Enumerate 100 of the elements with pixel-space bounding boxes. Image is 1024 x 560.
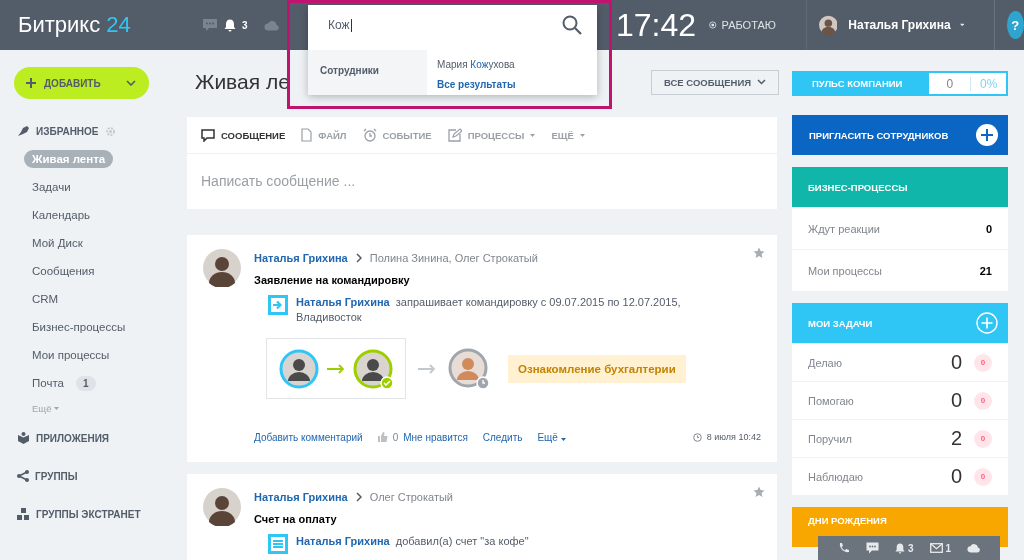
add-button[interactable]: ДОБАВИТЬ bbox=[14, 67, 149, 99]
filter-dropdown[interactable]: ВСЕ СООБЩЕНИЯ bbox=[651, 69, 779, 95]
plus-icon bbox=[976, 124, 998, 146]
avatar bbox=[203, 488, 241, 526]
clock-icon bbox=[692, 432, 702, 442]
row-label[interactable]: Ждут реакции bbox=[808, 222, 880, 235]
status-label: Ознакомление бухгалтерии bbox=[508, 354, 686, 383]
sidebar-section[interactable]: ГРУППЫ bbox=[35, 470, 78, 482]
post-title: Заявление на командировку bbox=[254, 274, 411, 286]
task-count: 0 bbox=[950, 465, 962, 488]
pulse-bar[interactable]: ПУЛЬС КОМПАНИИ 0 0% bbox=[792, 71, 1008, 96]
chevron-down-icon bbox=[126, 80, 136, 86]
search-icon[interactable] bbox=[562, 15, 582, 35]
invite-button[interactable]: ПРИГЛАСИТЬ СОТРУДНИКОВ bbox=[792, 115, 1008, 155]
counter-badge: 0 bbox=[974, 429, 992, 448]
speech-bubble-icon bbox=[201, 128, 215, 142]
sidebar-section[interactable]: ГРУППЫ ЭКСТРАНЕТ bbox=[36, 508, 141, 520]
author-link[interactable]: Наталья Грихина bbox=[254, 491, 348, 503]
row-value: 0 bbox=[985, 222, 992, 235]
follow-link[interactable]: Следить bbox=[482, 431, 523, 443]
chat-icon[interactable] bbox=[866, 542, 879, 554]
chevron-down-icon bbox=[757, 79, 766, 85]
like-count: 0 bbox=[392, 431, 399, 443]
plus-icon bbox=[26, 78, 36, 88]
entry-text: Наталья Грихина добавил(а) счет "за кофе" bbox=[296, 534, 530, 549]
notification-count: 3 bbox=[242, 19, 248, 31]
chevron-icon bbox=[355, 492, 362, 502]
caret-icon[interactable] bbox=[959, 23, 964, 27]
task-count: 2 bbox=[950, 427, 962, 450]
star-icon[interactable] bbox=[753, 486, 765, 498]
notification-count: 3 bbox=[908, 542, 914, 554]
bell-icon[interactable] bbox=[895, 542, 905, 554]
task-count: 0 bbox=[950, 389, 962, 412]
arrow-icon bbox=[327, 363, 345, 374]
work-status[interactable]: РАБОТАЮ bbox=[721, 19, 776, 31]
logo[interactable]: Битрикс 24 bbox=[18, 12, 188, 38]
row-label[interactable]: Помогаю bbox=[808, 394, 854, 407]
clock[interactable]: 17:42 bbox=[616, 6, 697, 44]
document-icon bbox=[268, 534, 288, 554]
file-icon bbox=[301, 128, 313, 142]
mail-icon[interactable] bbox=[929, 543, 943, 553]
sidebar-item[interactable]: Почта bbox=[24, 374, 72, 392]
counter-badge: 0 bbox=[974, 391, 992, 410]
box-icon bbox=[17, 432, 30, 444]
sidebar-item[interactable]: Бизнес-процессы bbox=[24, 318, 134, 336]
avatar bbox=[203, 249, 241, 287]
record-icon bbox=[709, 19, 717, 31]
row-label[interactable]: Наблюдаю bbox=[808, 470, 864, 483]
sidebar-section[interactable]: ПРИЛОЖЕНИЯ bbox=[36, 432, 109, 444]
more-link[interactable]: Ещё bbox=[537, 431, 566, 443]
cloud-icon[interactable] bbox=[967, 543, 982, 553]
caret-icon bbox=[560, 437, 566, 441]
counter-badge: 0 bbox=[974, 467, 992, 486]
row-label[interactable]: Мои процессы bbox=[808, 264, 882, 277]
row-label[interactable]: Делаю bbox=[808, 356, 842, 369]
recipients: Полина Зинина, Олег Строкатый bbox=[369, 252, 538, 264]
search-field[interactable]: Кож bbox=[328, 15, 352, 35]
share-icon bbox=[17, 470, 29, 482]
arrow-icon bbox=[418, 363, 436, 374]
composer-tab[interactable]: СООБЩЕНИЕ bbox=[201, 128, 286, 142]
phone-icon[interactable] bbox=[838, 542, 850, 554]
author-link[interactable]: Наталья Грихина bbox=[254, 252, 348, 264]
post-date: 8 июля 10:42 bbox=[706, 432, 761, 442]
user-name[interactable]: Наталья Грихина bbox=[848, 18, 951, 32]
favorites-heading[interactable]: ИЗБРАННОЕ bbox=[36, 125, 99, 137]
entry-text: Наталья Грихина запрашивает командировку с 09.07.2015 по 12.07.2015, Владивосток bbox=[296, 295, 682, 325]
search-result[interactable]: Мария Кожухова bbox=[437, 59, 516, 70]
widget-title: БИЗНЕС-ПРОЦЕССЫ bbox=[808, 181, 908, 193]
author-link[interactable]: Наталья Грихина bbox=[296, 535, 390, 547]
sidebar-item[interactable]: Мои процессы bbox=[24, 346, 118, 364]
pulse-percent: 0% bbox=[979, 76, 999, 91]
arrow-in-square-icon bbox=[268, 295, 288, 315]
pulse-label: ПУЛЬС КОМПАНИИ bbox=[812, 78, 903, 89]
blocks-icon bbox=[17, 508, 30, 520]
edit-icon bbox=[447, 128, 462, 142]
like-link[interactable]: Мне нравится bbox=[403, 431, 468, 443]
row-value: 21 bbox=[979, 264, 992, 277]
chevron-icon bbox=[355, 253, 362, 263]
category-label: Сотрудники bbox=[320, 65, 379, 76]
sidebar-item[interactable]: Мой Диск bbox=[24, 234, 91, 252]
sidebar-item[interactable]: Сообщения bbox=[24, 262, 103, 280]
bell-icon[interactable] bbox=[224, 18, 236, 32]
sidebar-item[interactable]: Задачи bbox=[24, 178, 79, 196]
pulse-value: 0 bbox=[929, 76, 972, 91]
thumbs-up-icon bbox=[377, 432, 388, 442]
sidebar-item[interactable]: Календарь bbox=[24, 206, 99, 224]
count-badge: 1 bbox=[75, 375, 96, 391]
pin-icon bbox=[17, 125, 30, 137]
sidebar-item[interactable]: CRM bbox=[24, 290, 67, 308]
author-link[interactable]: Наталья Грихина bbox=[296, 296, 390, 308]
star-icon[interactable] bbox=[753, 247, 765, 259]
widget-title: МОИ ЗАДАЧИ bbox=[808, 317, 873, 329]
comment-link[interactable]: Добавить комментарий bbox=[254, 431, 363, 443]
recipients: Олег Строкатый bbox=[369, 491, 453, 503]
post-title: Счет на оплату bbox=[254, 513, 338, 525]
widget-title: ДНИ РОЖДЕНИЯ bbox=[808, 515, 887, 526]
task-count: 0 bbox=[950, 351, 962, 374]
all-results-link[interactable]: Все результаты bbox=[437, 79, 516, 90]
row-label[interactable]: Поручил bbox=[808, 432, 852, 445]
alarm-clock-icon bbox=[362, 128, 377, 142]
